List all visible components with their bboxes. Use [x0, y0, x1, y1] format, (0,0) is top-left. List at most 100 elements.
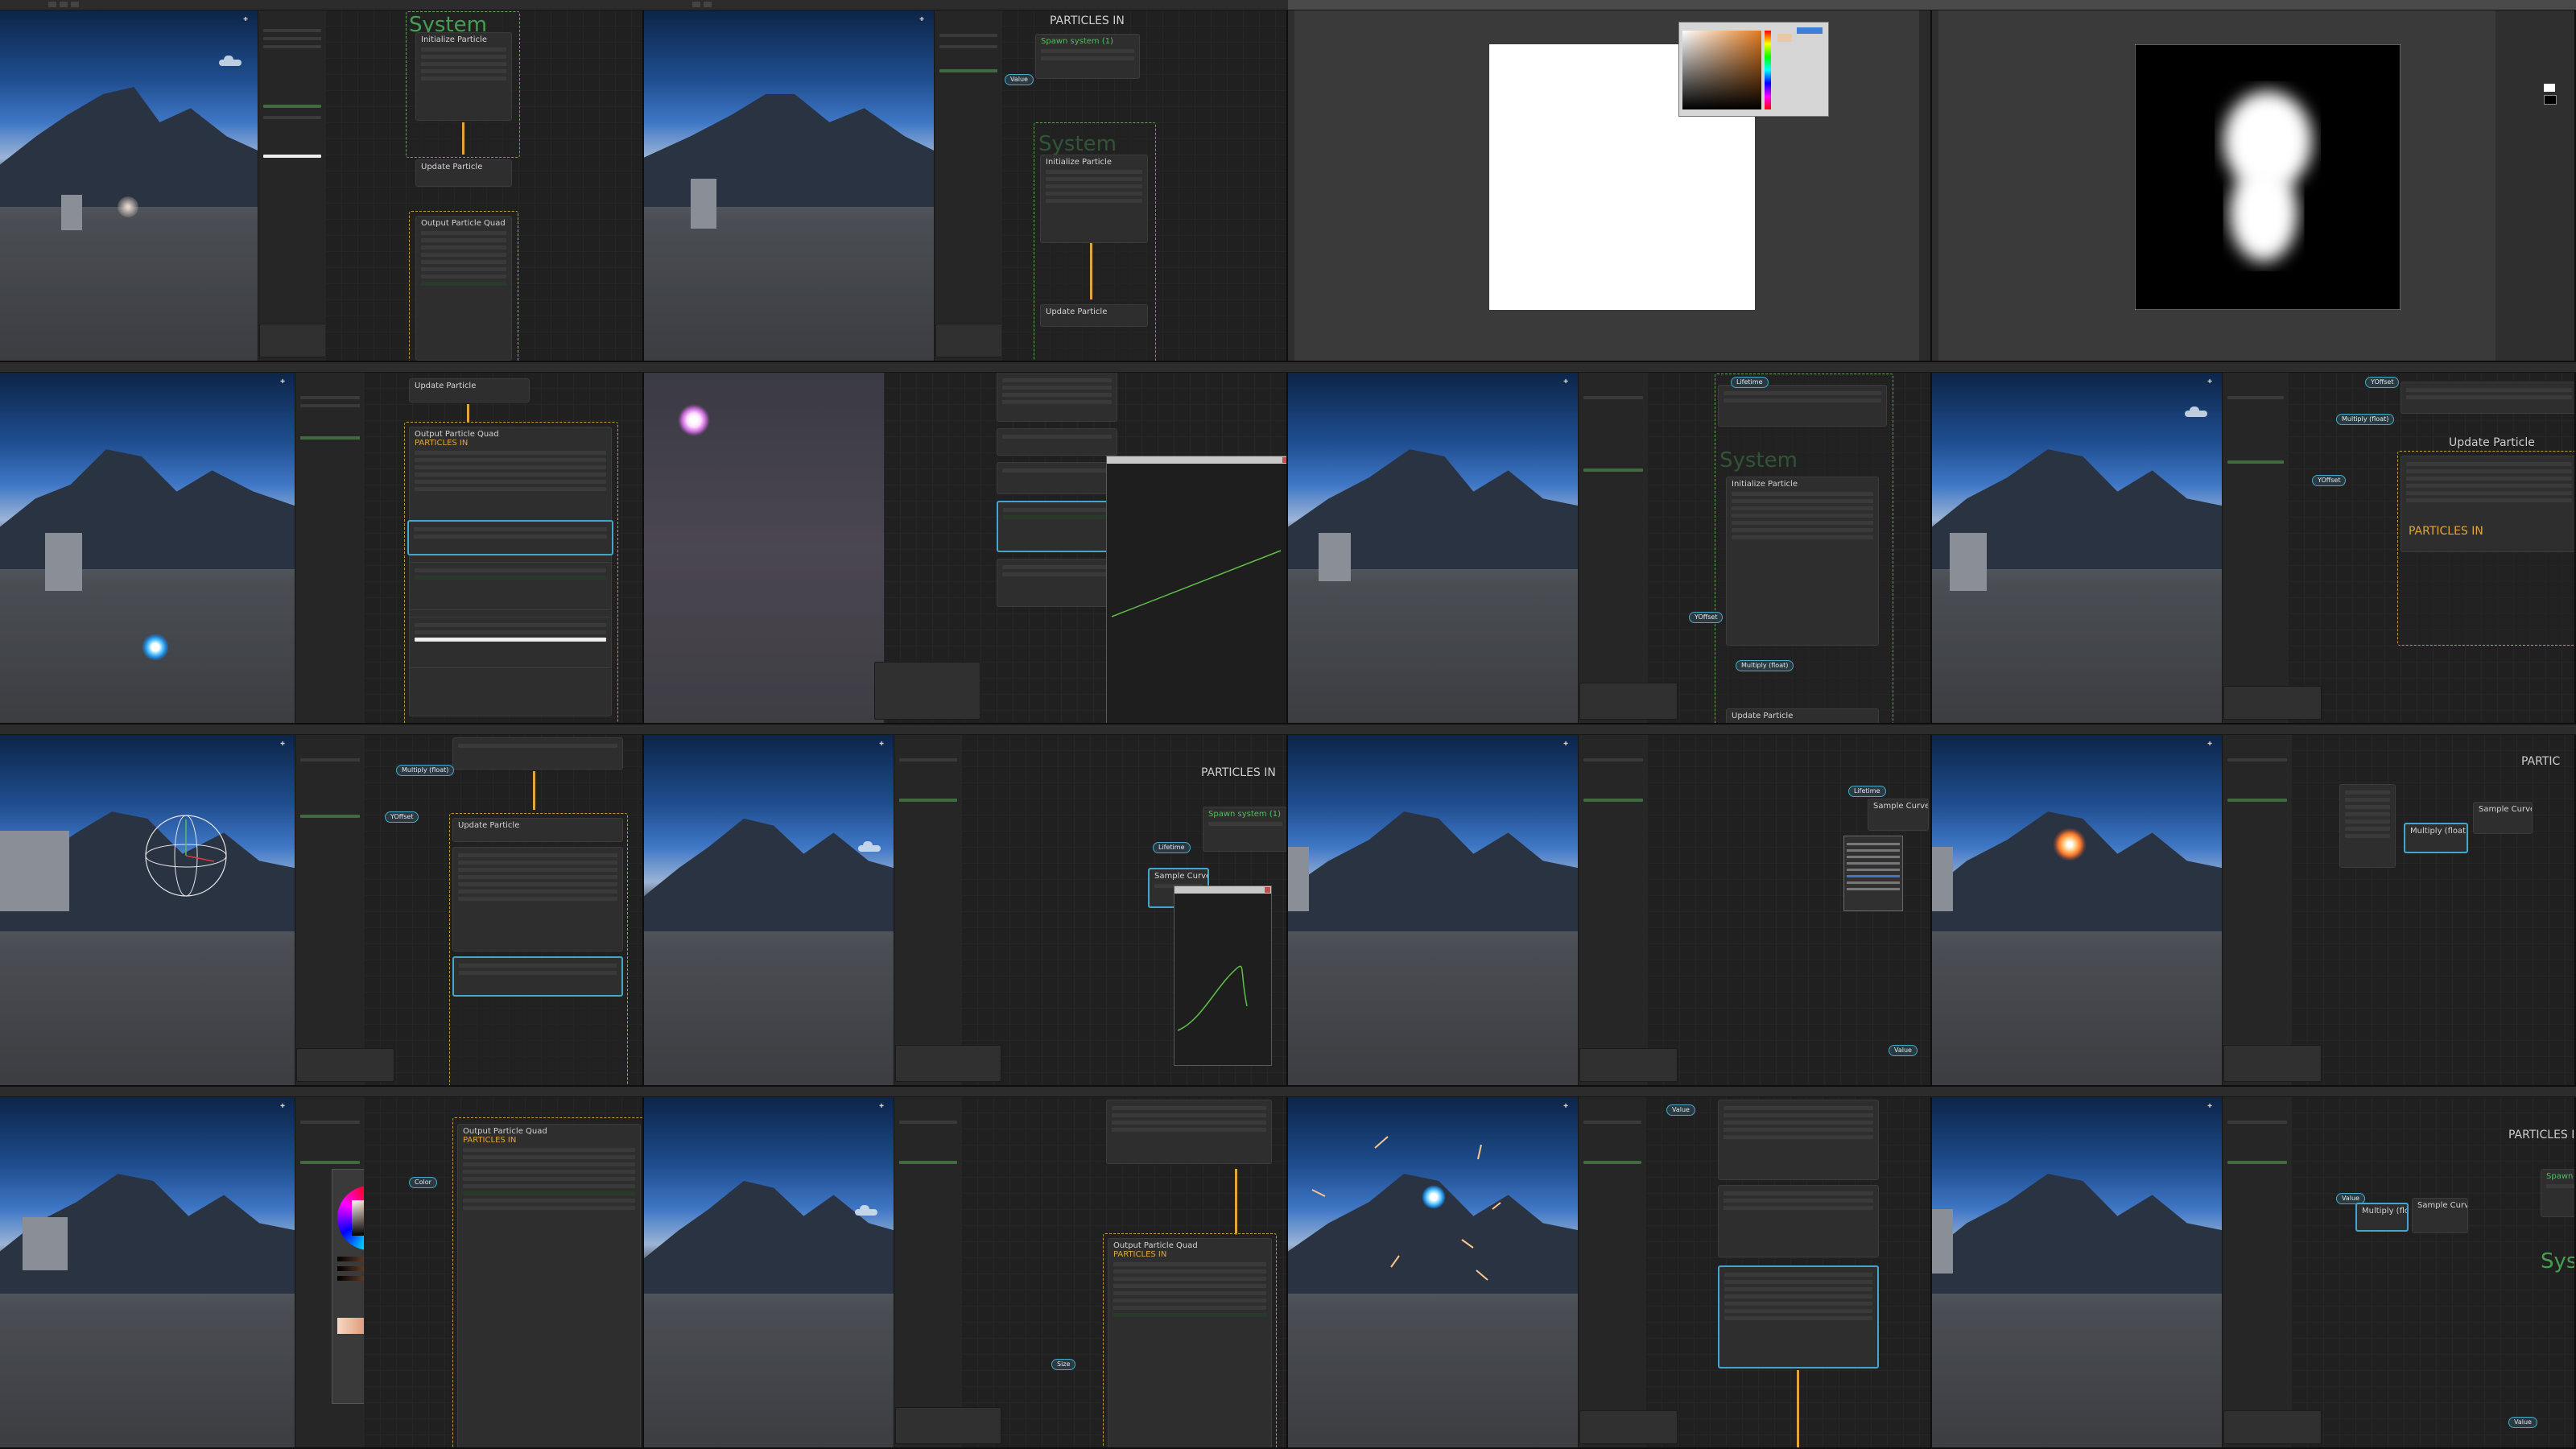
set-lifetime-random-block[interactable]	[452, 737, 623, 770]
tools-strip[interactable]	[1932, 10, 1938, 362]
vfx-graph-view[interactable]: Update Particle Output Particle Quad PAR…	[364, 372, 644, 724]
sample-curve-node[interactable]: Sample Curve	[2473, 802, 2533, 834]
multiply-node[interactable]: Multiply (float)	[2336, 414, 2395, 425]
close-icon[interactable]	[1282, 457, 1288, 463]
multiply-node[interactable]: Multiply (float)	[2355, 1203, 2409, 1232]
inspector-panel[interactable]	[1578, 1096, 1647, 1449]
multiply-node[interactable]: Multiply (float)	[396, 765, 455, 776]
spawn-block[interactable]: Spawn system (1)	[1203, 807, 1288, 852]
property-node[interactable]: Value	[1666, 1104, 1695, 1116]
scene-gizmo-icon[interactable]: ✚	[919, 16, 924, 23]
output-particle-quad-block[interactable]: Output Particle Quad PARTICLES IN	[1108, 1238, 1272, 1449]
yoffset-node[interactable]: YOffset	[1689, 612, 1724, 623]
target-visual-effect-panel[interactable]	[1579, 1410, 1678, 1444]
scene-view[interactable]: ✚	[1288, 734, 1578, 1087]
scene-gizmo-icon[interactable]: ✚	[2207, 378, 2212, 385]
inspector-panel[interactable]	[258, 10, 327, 362]
property-node[interactable]: Value	[2508, 1417, 2537, 1428]
inspector-panel[interactable]	[295, 372, 365, 724]
inspector-panel[interactable]	[295, 734, 365, 1087]
scene-gizmo-icon[interactable]: ✚	[1563, 1103, 1568, 1109]
inspector-panel[interactable]	[2222, 734, 2293, 1087]
scene-view[interactable]: ✚	[1288, 372, 1578, 724]
set-color-over-life-block[interactable]	[409, 617, 612, 668]
vfx-graph-view[interactable]: Output Particle Quad PARTICLES IN Size	[961, 1096, 1288, 1449]
vfx-graph-view[interactable]: PARTIC Multiply (float) Sample Curve	[2291, 734, 2576, 1087]
image-canvas[interactable]	[2134, 43, 2401, 311]
vfx-graph-view[interactable]: PARTICLES IN Spawn system (1) System Ini…	[1001, 10, 1288, 362]
panels-strip[interactable]	[1919, 10, 1932, 362]
lifetime-node[interactable]: Lifetime	[1848, 786, 1886, 797]
curve-editor-window[interactable]	[1106, 456, 1288, 724]
color-picker-dialog[interactable]	[1678, 22, 1829, 117]
cube-object[interactable]	[45, 533, 82, 591]
set-velocity-block[interactable]	[1718, 1185, 1879, 1257]
curve-editor-window[interactable]	[1174, 886, 1272, 1066]
conform-to-sphere-block[interactable]	[2401, 456, 2576, 552]
vfx-graph-view[interactable]: Update Particle Multiply (float) YOffset	[364, 734, 644, 1087]
scene-view[interactable]: ✚	[1932, 1096, 2222, 1449]
close-icon[interactable]	[1265, 887, 1270, 893]
target-visual-effect-panel[interactable]	[874, 662, 980, 720]
set-color-over-life-block[interactable]	[997, 559, 1117, 607]
window-titlebar[interactable]	[1174, 886, 1271, 894]
scene-gizmo-icon[interactable]: ✚	[280, 378, 285, 385]
set-size-over-life-block[interactable]	[409, 562, 612, 610]
inspector-panel[interactable]	[2222, 1096, 2293, 1449]
spawn-block[interactable]: Spawn system (1)	[1035, 34, 1140, 79]
vfx-graph-view[interactable]: PARTICLES IN Spawn system (1) Sample Cur…	[961, 734, 1288, 1087]
vfx-graph-view[interactable]: PARTICLES IN Spawn system (1) Syste Valu…	[2291, 1096, 2576, 1449]
inspector-panel[interactable]	[1578, 372, 1649, 724]
scene-view[interactable]: ✚	[1932, 734, 2222, 1087]
property-node[interactable]: Value	[1005, 74, 1034, 85]
update-particle-block[interactable]: Update Particle	[452, 818, 623, 842]
target-visual-effect-panel[interactable]	[895, 1407, 1001, 1444]
initialize-particle-block[interactable]: Initialize Particle	[1726, 477, 1879, 646]
output-node[interactable]: Value	[1889, 1045, 1918, 1056]
spawn-block[interactable]: Spawn system (1)	[2541, 1169, 2576, 1217]
update-particle-block[interactable]: Update Particle	[1726, 708, 1879, 724]
update-particle-block[interactable]: Update Particle	[409, 378, 530, 402]
scene-view[interactable]: ✚	[644, 1096, 894, 1449]
multiply-size-over-life-block[interactable]	[997, 501, 1117, 552]
target-visual-effect-panel[interactable]	[1579, 1048, 1678, 1082]
multiply-node[interactable]: Multiply (float)	[2404, 823, 2468, 853]
multiply-node[interactable]: Multiply (float)	[1736, 660, 1794, 671]
output-particle-quad-block[interactable]: Output Particle Quad	[415, 216, 512, 361]
yoffset-node[interactable]: YOffset	[2312, 475, 2347, 486]
inspector-panel[interactable]	[2222, 372, 2289, 724]
tools-strip[interactable]	[1288, 10, 1294, 362]
orient-along-velocity-block[interactable]	[407, 520, 613, 555]
scene-view[interactable]: ✚	[1288, 1096, 1578, 1449]
scene-view[interactable]: ✚	[0, 1096, 295, 1449]
vfx-graph-view[interactable]: Value	[1645, 1096, 1932, 1449]
target-visual-effect-panel[interactable]	[895, 1045, 1001, 1082]
cube-object[interactable]	[1932, 847, 1953, 911]
inspector-panel[interactable]	[894, 1096, 963, 1449]
set-position-sphere-block[interactable]	[1718, 1265, 1879, 1368]
set-lifetime-random-block[interactable]	[2401, 382, 2576, 414]
cube-object[interactable]	[1950, 533, 1987, 591]
cube-object[interactable]	[691, 179, 716, 229]
target-visual-effect-panel[interactable]	[2223, 686, 2322, 720]
sample-curve-node[interactable]: Sample Curve	[1868, 799, 1929, 831]
scene-gizmo-icon[interactable]: ✚	[243, 16, 248, 23]
scene-gizmo-icon[interactable]: ✚	[879, 1103, 884, 1109]
hue-slider[interactable]	[1765, 31, 1771, 109]
scene-view[interactable]: ✚	[644, 734, 894, 1087]
update-particle-block[interactable]: Update Particle	[1040, 304, 1148, 327]
output-particle-quad-block[interactable]: Output Particle Quad PARTICLES IN	[457, 1124, 641, 1449]
sample-curve-node[interactable]: Sample Curve	[2412, 1198, 2468, 1233]
yoffset-node[interactable]: YOffset	[385, 811, 419, 823]
lifetime-node[interactable]: Lifetime	[1153, 842, 1191, 853]
scene-gizmo-icon[interactable]: ✚	[2207, 1103, 2212, 1109]
set-position-block[interactable]	[452, 956, 623, 997]
property-node[interactable]: Lifetime	[1731, 377, 1769, 388]
vfx-graph-view[interactable]: System Initialize Particle Update Partic…	[1647, 372, 1932, 724]
vfx-graph-view[interactable]: System Initialize Particle Update Partic…	[325, 10, 644, 362]
target-visual-effect-panel[interactable]	[2223, 1045, 2322, 1082]
conform-settings-block[interactable]	[1106, 1100, 1272, 1164]
sphere-gizmo[interactable]	[142, 811, 230, 900]
scene-view[interactable]	[644, 372, 884, 724]
scene-view[interactable]: ✚	[644, 10, 934, 362]
